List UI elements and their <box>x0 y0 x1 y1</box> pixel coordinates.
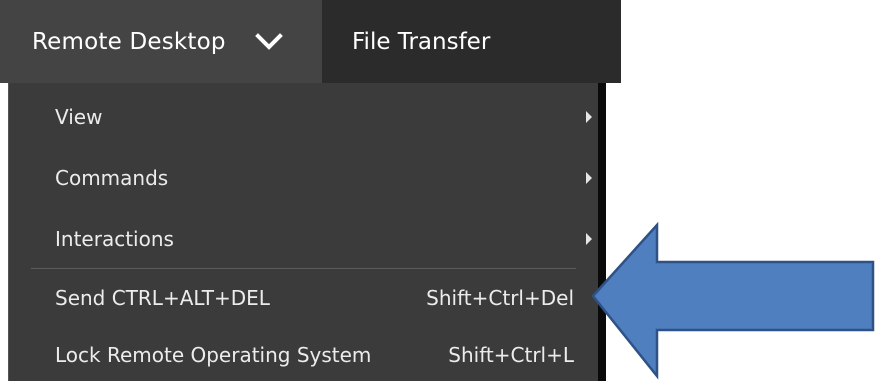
caret-right-icon <box>586 111 592 123</box>
left-arrow-callout <box>591 222 875 380</box>
tab-remote-desktop[interactable]: Remote Desktop <box>0 0 322 83</box>
menu-item-shortcut: Shift+Ctrl+L <box>448 343 574 367</box>
menu-item-label: Commands <box>55 166 169 190</box>
tab-file-transfer[interactable]: File Transfer <box>322 0 621 83</box>
menu-item-view[interactable]: View <box>9 89 598 145</box>
menu-item-interactions[interactable]: Interactions <box>9 211 598 267</box>
menu-item-label: View <box>55 105 103 129</box>
caret-right-icon <box>586 172 592 184</box>
menu-item-send-ctrl-alt-del[interactable]: Send CTRL+ALT+DEL Shift+Ctrl+Del <box>9 270 598 326</box>
menu-item-label: Send CTRL+ALT+DEL <box>55 286 270 310</box>
menu-item-label: Interactions <box>55 227 174 251</box>
menu-item-shortcut: Shift+Ctrl+Del <box>426 286 574 310</box>
menu-item-commands[interactable]: Commands <box>9 150 598 206</box>
tab-bar: Remote Desktop File Transfer <box>0 0 621 83</box>
tab-file-transfer-label: File Transfer <box>352 28 491 55</box>
chevron-down-icon[interactable] <box>254 31 284 53</box>
tab-remote-desktop-label: Remote Desktop <box>32 28 226 55</box>
remote-desktop-menu: View Commands Interactions Send CTRL+ALT… <box>8 83 598 381</box>
menu-separator <box>31 268 576 269</box>
menu-item-lock-remote-os[interactable]: Lock Remote Operating System Shift+Ctrl+… <box>9 327 598 381</box>
menu-item-label: Lock Remote Operating System <box>55 343 372 367</box>
